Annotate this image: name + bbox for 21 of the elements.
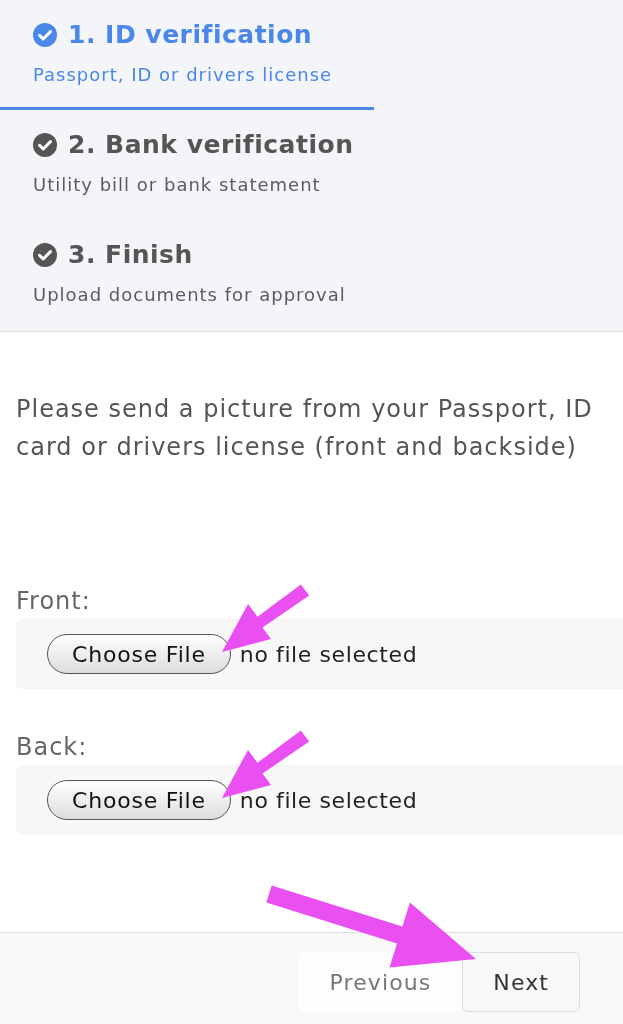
instructions-text: Please send a picture from your Passport, ID card or drivers license (front and backside) (16, 394, 594, 463)
choose-file-button[interactable]: Choose File (47, 634, 231, 674)
field-label: Back: (16, 732, 88, 762)
step-tab[interactable]: 2. Bank verification Utility bill or bank statement (0, 110, 374, 220)
step-tab[interactable]: 3. Finish Upload documents for approval (0, 220, 374, 330)
next-button[interactable]: Next (462, 952, 580, 1012)
check-circle-icon (33, 23, 57, 47)
step-subtitle: Passport, ID or drivers license (33, 63, 334, 87)
choose-file-button[interactable]: Choose File (47, 780, 231, 820)
check-circle-icon (33, 243, 57, 267)
step-subtitle: Upload documents for approval (33, 283, 347, 307)
file-status-text: no file selected (239, 787, 418, 813)
step-title: 3. Finish (68, 239, 193, 271)
check-circle-icon (33, 133, 57, 157)
step-title: 2. Bank verification (68, 129, 354, 161)
step-title: 1. ID verification (68, 19, 313, 51)
file-input-field[interactable]: Choose File no file selected (16, 619, 623, 689)
step-subtitle: Utility bill or bank statement (33, 173, 322, 197)
file-status-text: no file selected (239, 641, 418, 667)
field-label: Front: (16, 586, 91, 616)
file-input-field[interactable]: Choose File no file selected (16, 765, 623, 835)
